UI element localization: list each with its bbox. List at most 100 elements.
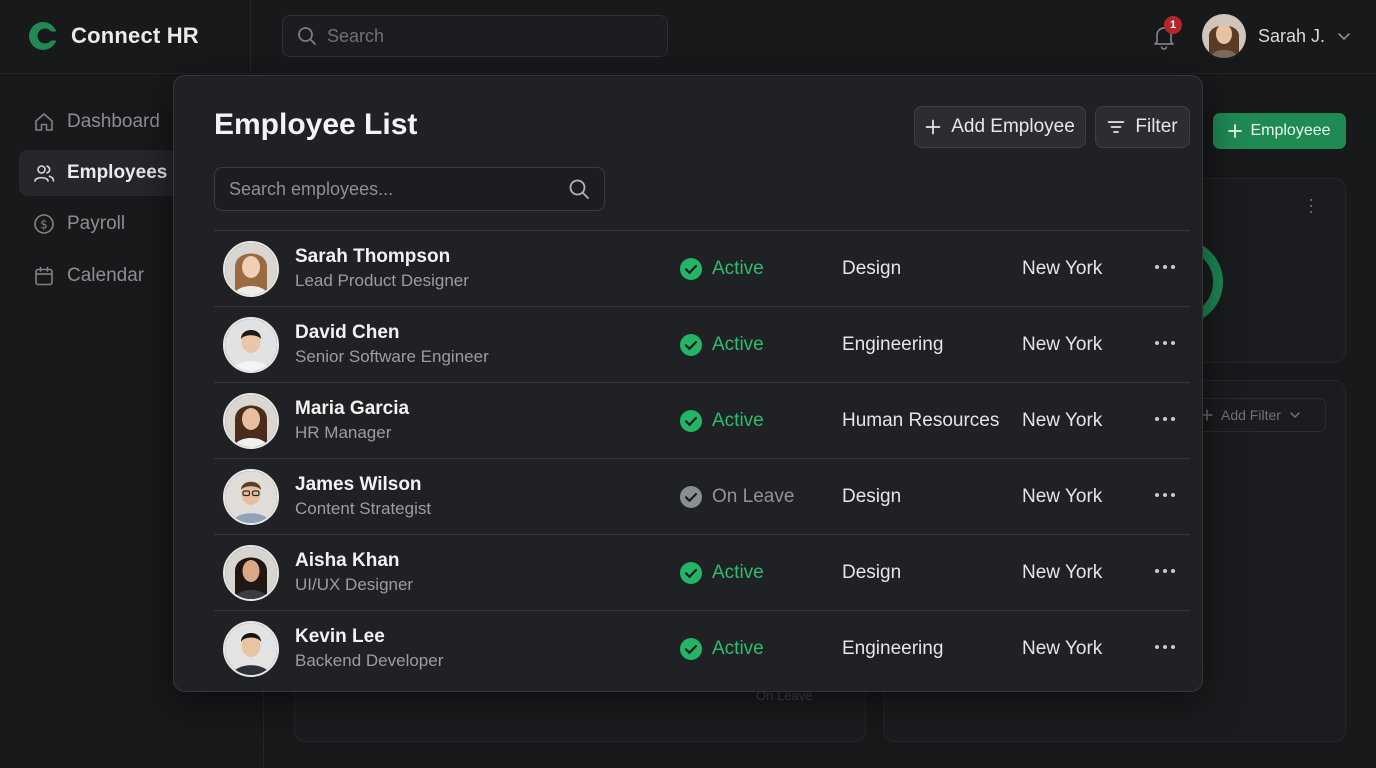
employee-department: Engineering [842,334,944,355]
status-label: On Leave [712,486,795,507]
employee-name: Aisha Khan [295,550,400,571]
table-row[interactable]: Maria Garcia HR Manager Active Human Res… [214,382,1190,458]
employee-location: New York [1022,334,1103,355]
plus-icon [1228,124,1243,138]
sidebar-item-label: Dashboard [67,111,160,132]
table-row[interactable]: James Wilson Content Strategist On Leave… [214,458,1190,534]
avatar [223,621,279,677]
status-label: Active [712,562,764,583]
add-employee-button-background[interactable]: Employeee [1213,113,1346,149]
avatar [223,545,279,601]
row-more-button[interactable] [1152,407,1178,431]
add-filter-button[interactable]: Add Filter [1192,398,1326,432]
employee-location: New York [1022,410,1103,431]
employee-search[interactable] [214,167,605,211]
employee-list-modal: Employee List Add Employee Filter Search… [173,75,1203,692]
status-badge: Active [679,561,764,585]
row-more-button[interactable] [1152,483,1178,507]
status-badge: Active [679,637,764,661]
app-root: Connect HR 1 Sarah J. [0,0,1376,768]
more-horizontal-icon [1155,569,1175,573]
employee-name: Kevin Lee [295,626,385,647]
status-badge: On Leave [679,485,794,509]
search-icon [298,27,316,45]
employee-department: Engineering [842,638,944,659]
row-more-button[interactable] [1152,559,1178,583]
topbar-divider [250,0,251,74]
status-label: Active [712,638,764,659]
add-employee-label: Add Employee [951,116,1075,137]
users-icon [34,165,55,182]
global-search-input[interactable] [327,25,647,47]
more-horizontal-icon [1155,341,1175,345]
table-row[interactable]: Sarah Thompson Lead Product Designer Act… [214,230,1190,306]
employee-role: HR Manager [295,423,392,442]
add-employee-button[interactable]: Add Employee [914,106,1086,148]
avatar [223,317,279,373]
table-row[interactable]: Aisha Khan UI/UX Designer Active Design … [214,534,1190,610]
more-horizontal-icon [1155,645,1175,649]
employee-list: Sarah Thompson Lead Product Designer Act… [214,230,1190,686]
employee-search-input[interactable] [229,178,568,200]
svg-text:$: $ [40,218,48,232]
employee-department: Design [842,258,902,279]
search-icon[interactable] [568,178,590,200]
more-horizontal-icon [1155,493,1175,497]
check-circle-icon [680,486,702,508]
check-circle-icon [680,410,702,432]
employee-name: Maria Garcia [295,398,410,419]
status-label: Active [712,410,764,431]
employee-location: New York [1022,562,1103,583]
employee-department: Design [842,486,902,507]
user-avatar [1202,14,1246,58]
filter-button[interactable]: Filter [1095,106,1190,148]
check-circle-icon [680,562,702,584]
employee-location: New York [1022,258,1103,279]
connect-hr-logo-icon [29,22,59,50]
row-more-button[interactable] [1152,331,1178,355]
plus-icon [925,119,941,135]
avatar [223,241,279,297]
status-label: Active [712,334,764,355]
employee-location: New York [1022,486,1103,507]
status-badge: Active [679,409,764,433]
row-more-button[interactable] [1152,635,1178,659]
employee-department: Design [842,562,902,583]
employee-role: Senior Software Engineer [295,347,489,366]
status-badge: Active [679,257,764,281]
avatar [223,393,279,449]
row-more-button[interactable] [1152,255,1178,279]
dollar-circle-icon: $ [34,214,54,234]
add-filter-label: Add Filter [1221,407,1281,423]
brand[interactable]: Connect HR [27,20,199,52]
chevron-down-icon [1338,33,1350,41]
employee-department: Human Resources [842,410,1000,431]
employee-name: James Wilson [295,474,422,495]
global-search[interactable] [282,15,668,57]
avatar [223,469,279,525]
employee-role: Backend Developer [295,651,444,670]
status-badge: Active [679,333,764,357]
employee-name: David Chen [295,322,400,343]
app-name: Connect HR [71,23,199,48]
home-icon [35,113,53,131]
sidebar-item-label: Payroll [67,213,126,234]
notification-badge: 1 [1164,16,1182,34]
employee-role: Lead Product Designer [295,271,469,290]
add-employee-label: Employeee [1250,122,1331,139]
sidebar-item-label: Employees [67,162,168,183]
table-row[interactable]: Kevin Lee Backend Developer Active Engin… [214,610,1190,686]
modal-title: Employee List [214,108,418,141]
sidebar-item-label: Calendar [67,265,145,286]
employee-name: Sarah Thompson [295,246,451,267]
user-menu[interactable]: Sarah J. [1202,14,1351,58]
filter-label: Filter [1135,116,1178,137]
check-circle-icon [680,258,702,280]
check-circle-icon [680,334,702,356]
top-bar: Connect HR 1 Sarah J. [0,0,1376,74]
more-horizontal-icon [1155,265,1175,269]
more-horizontal-icon [1155,417,1175,421]
card-menu-icon[interactable]: · · · [1308,190,1314,220]
check-circle-icon [680,638,702,660]
table-row[interactable]: David Chen Senior Software Engineer Acti… [214,306,1190,382]
